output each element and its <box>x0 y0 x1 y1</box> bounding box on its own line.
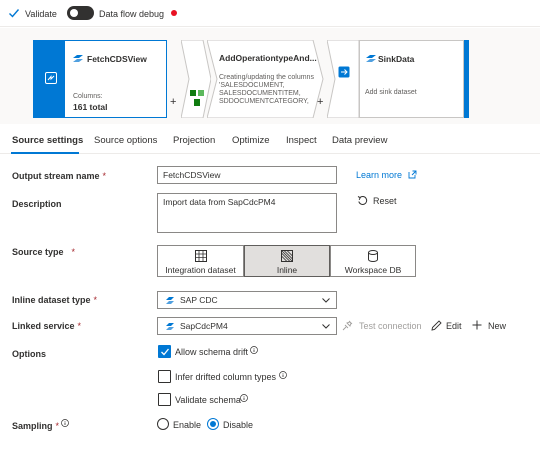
linked-service-value: SapCdcPM4 <box>180 321 228 331</box>
inline-dataset-type-label: Inline dataset type * <box>12 295 98 305</box>
output-stream-label: Output stream name * <box>12 171 107 181</box>
toolbar: Validate Data flow debug <box>0 0 540 27</box>
inline-icon <box>281 250 293 262</box>
sink-node-title: SinkData <box>378 54 415 64</box>
workspace-db-label: Workspace DB <box>344 265 402 275</box>
settings-tabs: Source settings Source options Projectio… <box>0 124 540 154</box>
tab-data-preview[interactable]: Data preview <box>332 135 387 146</box>
learn-more-link[interactable]: Learn more <box>356 170 402 180</box>
allow-schema-drift-checkbox[interactable] <box>158 345 171 358</box>
sink-node-iconbox <box>327 40 359 118</box>
source-columns-value: 161 total <box>73 102 108 112</box>
sink-dataset-icon <box>366 55 376 62</box>
linked-service-label: Linked service * <box>12 321 82 331</box>
edit-button[interactable]: Edit <box>446 321 462 331</box>
debug-status-dot <box>171 10 177 16</box>
options-label: Options <box>12 349 46 359</box>
data-flow-debug-toggle[interactable] <box>67 6 94 20</box>
chevron-down-icon <box>322 324 330 329</box>
external-link-icon[interactable] <box>408 170 417 179</box>
transform-desc-line-3: SALESDOCUMENTITEM, <box>219 90 301 97</box>
infer-drifted-column-types-label: Infer drifted column types <box>175 372 277 382</box>
inline-dataset-type-dropdown[interactable]: SAP CDC <box>157 291 337 309</box>
active-tab-indicator <box>11 152 79 154</box>
sampling-disable-label: Disable <box>223 420 254 430</box>
info-icon[interactable] <box>61 419 69 427</box>
sink-node-right-bar <box>464 40 469 118</box>
checkmark-icon <box>161 348 170 356</box>
derived-column-icon <box>190 90 204 106</box>
transform-node[interactable]: AddOperationtypeAnd... Creating/updating… <box>207 40 317 118</box>
linked-service-dropdown[interactable]: SapCdcPM4 <box>157 317 337 335</box>
source-columns-label: Columns: <box>73 93 103 100</box>
info-icon[interactable] <box>250 346 258 354</box>
transform-desc-line-4: SDDOCUMENTCATEGORY, <box>219 98 309 105</box>
info-icon[interactable] <box>279 371 287 379</box>
source-type-integration-dataset[interactable]: Integration dataset <box>157 245 244 277</box>
flow-canvas: FetchCDSView Columns: 161 total + AddOpe… <box>0 28 540 124</box>
tab-optimize[interactable]: Optimize <box>232 135 269 146</box>
source-type-label: Source type * <box>12 247 76 257</box>
info-icon[interactable] <box>240 394 248 402</box>
add-transform-button[interactable]: + <box>170 96 176 108</box>
source-type-inline[interactable]: Inline <box>244 245 330 277</box>
validate-schema-label: Validate schema <box>175 395 241 405</box>
source-node[interactable]: FetchCDSView Columns: 161 total <box>64 40 167 118</box>
linked-service-icon <box>166 323 174 330</box>
sap-cdc-icon <box>166 297 174 304</box>
sink-icon <box>338 66 350 78</box>
transform-desc-line-1: Creating/updating the columns <box>219 74 314 81</box>
source-icon <box>45 72 57 84</box>
source-node-iconbox[interactable] <box>38 40 64 118</box>
plug-icon <box>342 320 353 331</box>
sampling-label: Sampling * <box>12 421 60 431</box>
allow-schema-drift-label: Allow schema drift <box>175 347 249 357</box>
validate-button[interactable]: Validate <box>25 9 57 19</box>
data-flow-debug-label: Data flow debug <box>99 9 165 19</box>
tab-inspect[interactable]: Inspect <box>286 135 317 146</box>
dataset-icon <box>73 55 83 62</box>
checkmark-icon <box>9 9 20 18</box>
description-label: Description <box>12 199 62 209</box>
pencil-icon <box>431 320 442 331</box>
plus-icon <box>472 320 482 330</box>
inline-dataset-type-value: SAP CDC <box>180 295 218 305</box>
reset-icon[interactable] <box>357 195 368 206</box>
inline-label: Inline <box>276 265 298 275</box>
description-textarea[interactable]: Import data from SapCdcPM4 <box>157 193 337 233</box>
toggle-knob <box>70 9 78 17</box>
sink-node-description: Add sink dataset <box>365 89 417 96</box>
sampling-disable-radio[interactable] <box>207 418 219 430</box>
sampling-enable-radio[interactable] <box>157 418 169 430</box>
chevron-down-icon <box>322 298 330 303</box>
output-stream-input[interactable]: FetchCDSView <box>157 166 337 184</box>
database-icon <box>368 250 378 262</box>
reset-button[interactable]: Reset <box>373 196 397 206</box>
source-node-title: FetchCDSView <box>87 54 147 64</box>
transform-desc-line-2: 'SALESDOCUMENT, <box>219 82 285 89</box>
source-type-workspace-db[interactable]: Workspace DB <box>330 245 416 277</box>
tab-source-settings[interactable]: Source settings <box>12 135 83 146</box>
add-transform-after-button[interactable]: + <box>317 96 323 108</box>
infer-drifted-column-types-checkbox[interactable] <box>158 370 171 383</box>
transform-node-title: AddOperationtypeAnd... <box>219 53 317 63</box>
sampling-enable-label: Enable <box>173 420 202 430</box>
table-icon <box>194 250 207 262</box>
validate-schema-checkbox[interactable] <box>158 393 171 406</box>
new-button[interactable]: New <box>488 321 506 331</box>
tab-projection[interactable]: Projection <box>173 135 215 146</box>
sink-node[interactable]: SinkData Add sink dataset <box>359 40 464 118</box>
test-connection-button[interactable]: Test connection <box>359 321 422 331</box>
integration-dataset-label: Integration dataset <box>165 265 236 275</box>
tab-source-options[interactable]: Source options <box>94 135 157 146</box>
